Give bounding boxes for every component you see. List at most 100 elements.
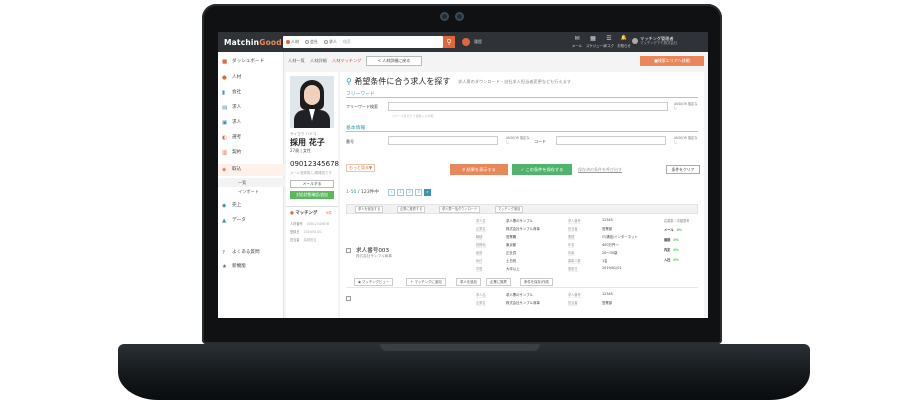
pagination-next[interactable]: » <box>424 189 431 196</box>
matching-row: 人材番号 00012345678 <box>290 222 330 226</box>
breadcrumb-current: 人材マッチング <box>332 58 362 63</box>
save-create-condition-button[interactable]: 条件を保存/作成 <box>520 278 553 286</box>
page-title: ⚲ 希望条件に合う求人を探す <box>346 77 451 86</box>
jump-to-search-button[interactable]: ■検索エリアへ移動 <box>640 56 704 66</box>
candidate-meta: 27歳 | 女性 <box>290 148 311 153</box>
matching-view-button[interactable]: ◉ マッチングビュー <box>354 278 394 286</box>
notification-icon[interactable]: 🔔 お知らせ <box>617 35 631 48</box>
grid-value: 株式会社サンプル商事 <box>506 301 540 305</box>
grid-value: 2019/01/01 <box>602 266 622 270</box>
stat-row: メール 0% <box>664 228 682 232</box>
candidate-phone: 09012345678 <box>290 160 339 168</box>
job-row: 求人名 求人票のサンプル 求人番号 12345 企業名 株式会社サンプル商事 担当者 営業部 <box>346 292 698 318</box>
back-to-detail-button[interactable]: < 人材詳細に戻る <box>366 56 422 66</box>
clear-condition-button[interactable]: 条件をクリア <box>666 165 700 174</box>
job-detail-grid: 求人名 求人票のサンプル 求人番号 12345 企業名 株式会社サンプル商事 担当者 営業部… <box>476 218 660 274</box>
grid-label: 企業名 <box>476 227 486 232</box>
pagination-page[interactable]: 3 <box>415 189 422 196</box>
grid-label: 募集人数 <box>568 259 581 264</box>
history-icon[interactable] <box>462 38 470 46</box>
stat-row: 入社 0% <box>664 258 679 262</box>
grid-label: 求人番号 <box>568 293 581 298</box>
send-mail-button[interactable]: メールする <box>290 180 334 188</box>
grid-value: 営業部 <box>602 301 613 305</box>
task-icon[interactable]: ☰ タスク <box>602 35 616 48</box>
job-row-checkbox[interactable] <box>346 248 351 253</box>
sidebar-item-data[interactable]: ▲ データ <box>218 215 284 227</box>
sidebar-item-new-feature[interactable]: ★ 新機能 <box>218 261 284 273</box>
user-menu[interactable]: マッチング管理者 マッチングデモ株式会社 <box>640 36 677 46</box>
sidebar-item-faq[interactable]: ? よくある質問 <box>218 247 284 259</box>
job-title[interactable]: 求人番号003 <box>356 246 389 254</box>
job-row-checkbox[interactable] <box>346 296 351 301</box>
sidebar-subitem-list[interactable]: 一覧 <box>218 178 284 187</box>
bulk-recommend-button[interactable]: 企業に推薦する <box>397 206 426 213</box>
search-icon: ⚲ <box>346 77 352 86</box>
freeword-andor-select[interactable]: AND/OR 指定なし <box>674 102 700 110</box>
sidebar-item-sales[interactable]: ◆ 売上 <box>218 200 284 212</box>
grid-label: 休日 <box>476 259 483 264</box>
grid-label: 年齢 <box>568 251 575 256</box>
sidebar-item-selection[interactable]: ◐ 選考 <box>218 132 284 144</box>
grid-value: 求人票のサンプル <box>506 219 534 223</box>
recommend-company-button[interactable]: 企業に推薦 <box>486 278 511 286</box>
grid-label: 企業名 <box>476 301 486 306</box>
history-label[interactable]: 履歴 <box>474 39 482 45</box>
pagination-page[interactable]: 2 <box>406 189 413 196</box>
field-number-input[interactable] <box>388 136 498 145</box>
add-job-button[interactable]: 求人を追加 <box>456 278 481 286</box>
add-to-matching-button[interactable]: ＋ マッチングに追加 <box>406 278 446 286</box>
load-saved-condition-link[interactable]: 保存済の条件を呼び出す <box>578 167 622 173</box>
pagination-prev[interactable]: « <box>388 189 395 196</box>
radio-person[interactable] <box>286 40 290 44</box>
sidebar-item-import[interactable]: ◈ 取込 <box>218 164 284 176</box>
pagination-page[interactable]: 1 <box>397 189 404 196</box>
grid-value: 東京都 <box>506 243 517 247</box>
bulk-download-button[interactable]: 求人票一括ダウンロード <box>439 206 481 213</box>
bulk-matching-add-button[interactable]: マッチング追加 <box>495 206 524 213</box>
sidebar-item-job-list[interactable]: ▣ 求人 <box>218 117 284 129</box>
grid-value: 12345 <box>602 292 613 296</box>
field-code-input[interactable] <box>556 136 666 145</box>
matching-count[interactable]: 0件 <box>326 211 332 216</box>
schedule-icon[interactable]: ▦ スケジュール <box>586 35 606 48</box>
status-confirm-button[interactable]: 対応状態確認/追加 <box>290 191 334 199</box>
sidebar-item-company[interactable]: ▮ 会社 <box>218 87 284 99</box>
sidebar-item-dashboard[interactable]: ■ ダッシュボード <box>218 56 284 68</box>
stat-row: 面接 0% <box>664 238 679 242</box>
contract-icon: ▥ <box>222 150 228 156</box>
search-input[interactable]: 検索 <box>343 39 351 45</box>
page-note: 求人票のダウンロード・自社求人担当者変更なども行えます <box>458 79 572 84</box>
grid-value: 株式会社サンプル商事 <box>506 227 540 231</box>
job-list-icon: ▣ <box>222 120 228 126</box>
app-screen: MatchinGood 人材 会社 求人 検索 ⚲ 履歴 ✉ メール ▦ スケジュー… <box>218 32 708 318</box>
radio-job[interactable] <box>324 40 328 44</box>
save-condition-button[interactable]: ✓ この条件を保存する <box>512 164 572 175</box>
user-avatar[interactable] <box>632 38 638 44</box>
breadcrumb-item[interactable]: 人材一覧 <box>288 58 305 64</box>
show-more-link[interactable]: もっと見る▼ <box>346 164 376 172</box>
sidebar-item-contract[interactable]: ▥ 契約 <box>218 147 284 159</box>
radio-company[interactable] <box>305 40 309 44</box>
field-number-andor-select[interactable]: AND/OR 指定なし <box>506 136 530 144</box>
bulk-action-bar: 求人を追加する 企業に推薦する 求人票一括ダウンロード マッチング追加 <box>346 204 698 214</box>
bulk-add-job-button[interactable]: 求人を追加する <box>355 206 384 213</box>
freeword-label: フリーワード検索 <box>346 104 378 109</box>
grid-label: 担当者 <box>568 227 578 232</box>
job-company[interactable]: 株式会社サンプル商事 <box>356 254 392 259</box>
field-code-label: コード <box>534 139 546 144</box>
grid-label: 求人名 <box>476 219 486 224</box>
sidebar-item-job[interactable]: ▤ 求人 <box>218 102 284 114</box>
sidebar-subitem-import[interactable]: インポート <box>218 187 284 196</box>
show-results-button[interactable]: ⚲ 結果を表示する <box>450 164 508 175</box>
app-logo[interactable]: MatchinGood <box>224 38 282 47</box>
breadcrumb-item[interactable]: 人材詳細 <box>310 58 327 64</box>
search-button[interactable]: ⚲ <box>443 36 455 48</box>
sidebar-item-person[interactable]: ● 人材 <box>218 72 284 84</box>
candidate-profile: サイヨウ ハナコ 採用 花子 27歳 | 女性 09012345678 メール登… <box>286 72 339 318</box>
freeword-input[interactable] <box>388 102 668 111</box>
mail-icon[interactable]: ✉ メール <box>570 35 584 48</box>
field-code-andor-select[interactable]: AND/OR 指定なし <box>674 136 700 144</box>
laptop-hinge-notch <box>380 344 540 351</box>
grid-value: 土日祝 <box>506 259 517 263</box>
